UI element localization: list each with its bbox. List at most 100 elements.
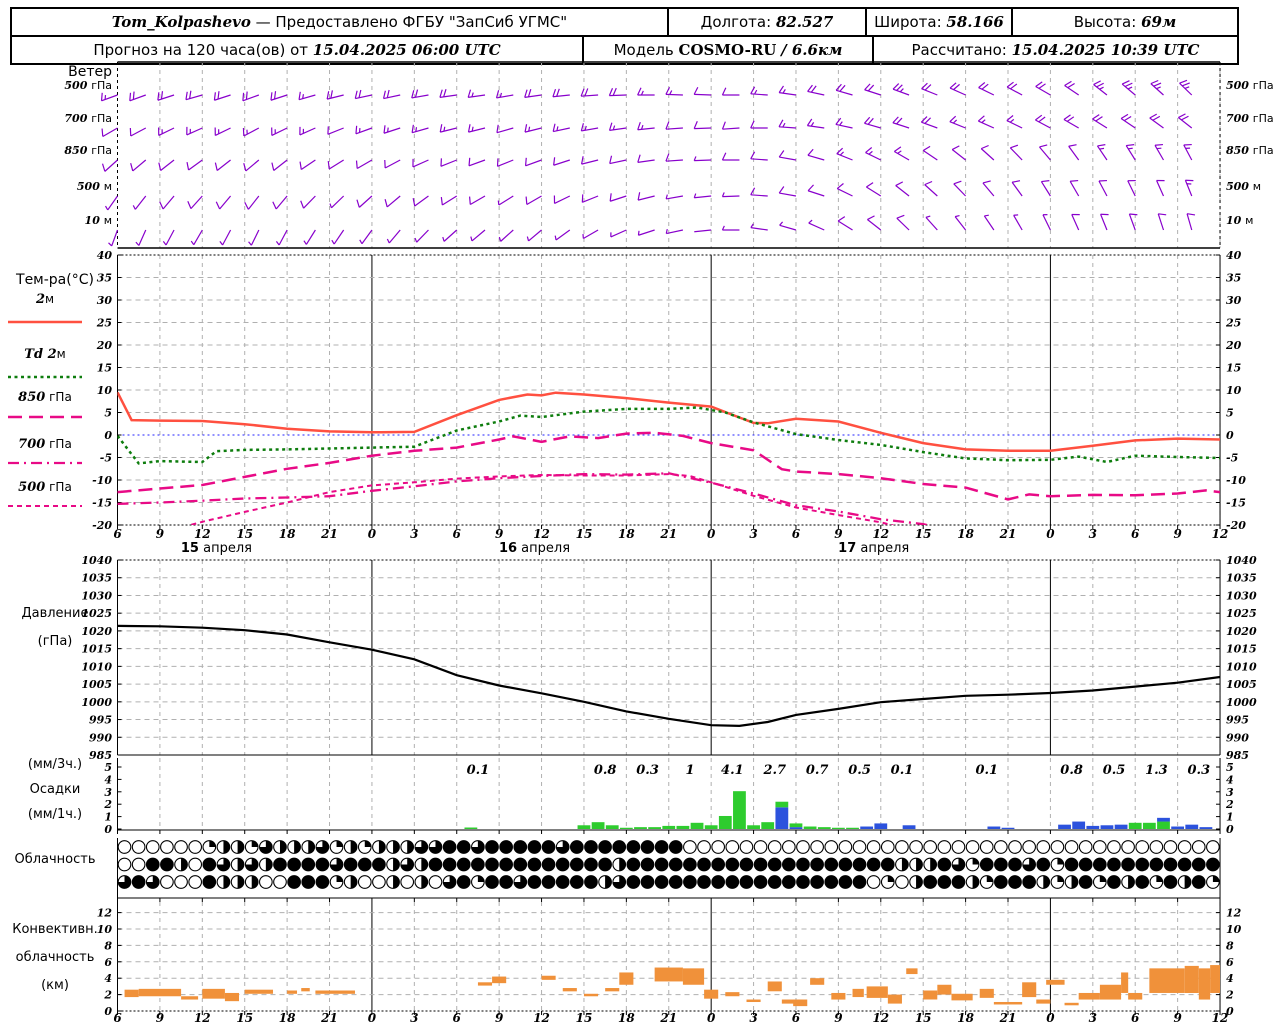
svg-text:4: 4 <box>104 773 112 786</box>
svg-text:1015: 1015 <box>1226 643 1257 656</box>
svg-text:1035: 1035 <box>81 572 112 585</box>
svg-text:10 м: 10 м <box>85 214 112 227</box>
svg-text:15: 15 <box>915 527 932 541</box>
svg-text:1005: 1005 <box>81 678 112 691</box>
svg-text:40: 40 <box>97 249 113 262</box>
svg-text:2: 2 <box>1225 989 1234 1002</box>
svg-text:9: 9 <box>1173 1011 1182 1024</box>
svg-text:9: 9 <box>834 1011 843 1024</box>
svg-text:Td 2м: Td 2м <box>24 347 65 362</box>
svg-text:995: 995 <box>1226 714 1249 727</box>
svg-text:6: 6 <box>453 527 462 541</box>
svg-text:6: 6 <box>792 527 801 541</box>
svg-text:6: 6 <box>453 1011 462 1024</box>
svg-text:1025: 1025 <box>1226 607 1257 620</box>
svg-text:995: 995 <box>89 714 112 727</box>
svg-text:12: 12 <box>1212 527 1229 541</box>
svg-text:1: 1 <box>1226 811 1234 824</box>
svg-text:15: 15 <box>576 1011 593 1024</box>
svg-text:1010: 1010 <box>81 660 112 673</box>
hour-labels-bottom: 6 9 12 15 18 21 0 3 6 9 12 15 18 21 0 3 6 9 12 15 18 21 0 3 6 9 12 <box>113 1011 1228 1024</box>
temperature-legend: 2м Td 2м 850 гПа 700 гПа 500 гПа <box>8 292 82 507</box>
svg-text:850 гПа: 850 гПа <box>1226 144 1274 157</box>
svg-text:6: 6 <box>113 1011 122 1024</box>
svg-text:2: 2 <box>103 798 112 811</box>
svg-text:9: 9 <box>156 527 165 541</box>
svg-text:15 апреля: 15 апреля <box>181 541 252 556</box>
svg-text:0: 0 <box>707 527 716 541</box>
svg-text:-15: -15 <box>92 497 112 510</box>
svg-text:12: 12 <box>194 527 211 541</box>
svg-text:15: 15 <box>915 1011 932 1024</box>
svg-text:-20: -20 <box>92 519 112 532</box>
svg-text:3: 3 <box>410 527 418 541</box>
svg-text:9: 9 <box>1173 527 1182 541</box>
svg-text:700 гПа: 700 гПа <box>18 437 72 452</box>
svg-text:15: 15 <box>236 1011 253 1024</box>
svg-text:3: 3 <box>104 786 112 799</box>
svg-text:6: 6 <box>1131 1011 1140 1024</box>
svg-text:1040: 1040 <box>81 554 112 567</box>
svg-text:3: 3 <box>749 527 757 541</box>
svg-text:21: 21 <box>999 527 1017 541</box>
svg-text:21: 21 <box>659 1011 677 1024</box>
svg-text:0.3: 0.3 <box>636 763 659 778</box>
svg-text:700 гПа: 700 гПа <box>1226 112 1274 125</box>
svg-text:6: 6 <box>104 956 112 969</box>
svg-text:30: 30 <box>1226 294 1242 307</box>
svg-text:-5: -5 <box>1226 452 1238 465</box>
svg-text:18: 18 <box>957 527 974 541</box>
svg-text:1040: 1040 <box>1226 554 1257 567</box>
svg-text:18: 18 <box>279 1011 296 1024</box>
svg-text:2: 2 <box>103 989 112 1002</box>
svg-text:0: 0 <box>1226 429 1234 442</box>
convective-bars <box>124 965 1221 1007</box>
svg-text:2: 2 <box>1225 798 1234 811</box>
svg-text:30: 30 <box>97 294 113 307</box>
svg-text:5: 5 <box>1226 761 1234 774</box>
svg-text:0.8: 0.8 <box>1060 763 1083 778</box>
svg-text:500 гПа: 500 гПа <box>64 79 112 92</box>
svg-text:0: 0 <box>707 1011 716 1024</box>
svg-text:0: 0 <box>368 1011 377 1024</box>
svg-text:10: 10 <box>1226 923 1242 936</box>
svg-text:15: 15 <box>236 527 253 541</box>
svg-text:25: 25 <box>1225 317 1241 330</box>
svg-text:2м: 2м <box>35 292 54 307</box>
svg-text:12: 12 <box>533 1011 550 1024</box>
svg-text:1010: 1010 <box>1226 660 1257 673</box>
svg-text:8: 8 <box>1226 939 1234 952</box>
svg-text:700 гПа: 700 гПа <box>64 112 112 125</box>
svg-text:0.3: 0.3 <box>1188 763 1211 778</box>
svg-text:35: 35 <box>97 272 112 285</box>
svg-text:10 м: 10 м <box>1226 214 1253 227</box>
svg-text:12: 12 <box>872 1011 889 1024</box>
svg-text:0: 0 <box>1226 823 1234 836</box>
svg-text:18: 18 <box>618 527 635 541</box>
svg-text:12: 12 <box>1226 907 1242 920</box>
svg-text:12: 12 <box>872 527 889 541</box>
svg-text:0.8: 0.8 <box>594 763 617 778</box>
svg-text:-10: -10 <box>92 474 112 487</box>
meteogram-chart: 500 гПа 500 гПа 700 гПа 700 гПа 850 гПа 850 г… <box>8 61 1274 1024</box>
svg-text:9: 9 <box>495 527 504 541</box>
svg-text:21: 21 <box>999 1011 1017 1024</box>
svg-text:5: 5 <box>104 761 112 774</box>
svg-text:1015: 1015 <box>81 643 112 656</box>
svg-text:4.1: 4.1 <box>721 763 744 778</box>
svg-text:500 м: 500 м <box>77 180 112 193</box>
svg-text:3: 3 <box>749 1011 757 1024</box>
meteogram-page: Tom_Kolpashevo — Предоставлено ФГБУ "Зап… <box>0 0 1280 1024</box>
svg-text:18: 18 <box>618 1011 635 1024</box>
svg-text:1030: 1030 <box>1226 589 1257 602</box>
svg-text:8: 8 <box>104 939 112 952</box>
svg-text:850 гПа: 850 гПа <box>64 144 112 157</box>
svg-text:20: 20 <box>1225 339 1242 352</box>
svg-text:-10: -10 <box>1226 474 1246 487</box>
svg-text:1.3: 1.3 <box>1145 763 1168 778</box>
svg-text:35: 35 <box>1226 272 1241 285</box>
svg-text:2.7: 2.7 <box>762 763 786 778</box>
svg-text:15: 15 <box>97 362 112 375</box>
svg-text:6: 6 <box>792 1011 801 1024</box>
svg-text:5: 5 <box>1226 407 1234 420</box>
